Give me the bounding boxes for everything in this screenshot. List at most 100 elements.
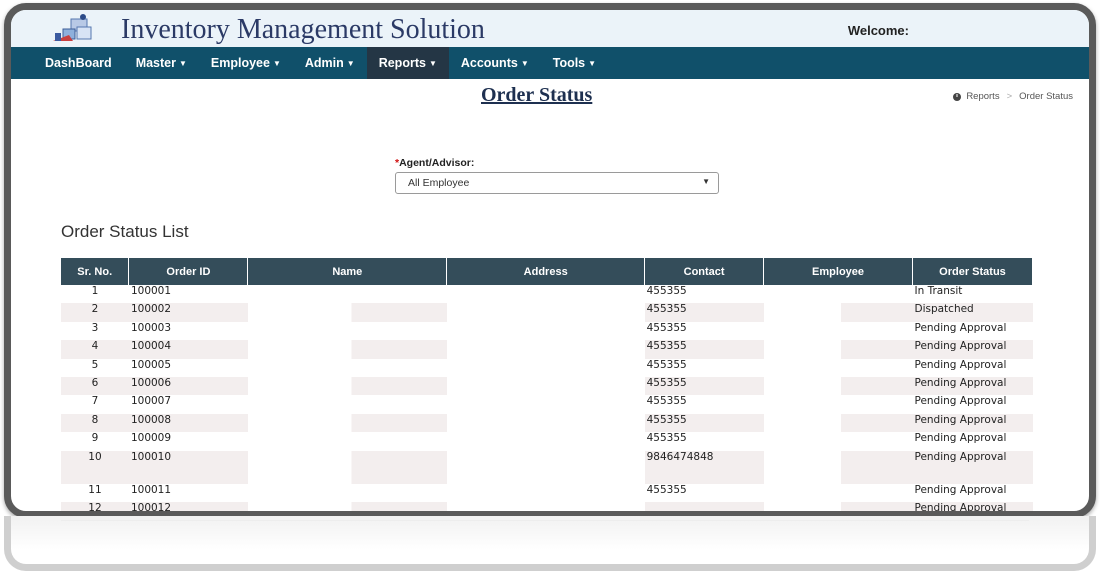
cell-employee <box>763 413 913 433</box>
nav-master[interactable]: Master ▼ <box>124 47 199 79</box>
window-reflection <box>4 516 1096 571</box>
cell-status: Pending Approval <box>912 340 1033 359</box>
cell-address <box>446 483 645 502</box>
cell-address <box>446 413 645 433</box>
cell-address <box>446 432 645 451</box>
nav-tools[interactable]: Tools ▼ <box>541 47 608 79</box>
cell-address <box>446 285 645 304</box>
nav-employee[interactable]: Employee ▼ <box>199 47 293 79</box>
agent-select[interactable]: All Employee ▼ <box>395 172 719 194</box>
cell-order-id: 100009 <box>130 432 172 445</box>
column-header-order-id[interactable]: Order ID <box>128 258 249 285</box>
table-row[interactable]: 11 100011 455355 Pending Approval <box>61 483 1033 502</box>
breadcrumb-separator: > <box>1006 91 1013 102</box>
cell-employee <box>763 376 913 396</box>
welcome-text: Welcome: <box>847 23 909 38</box>
cell-contact: 455355 <box>646 321 687 334</box>
table-row[interactable]: 8 100008 455355 Pending Approval <box>61 413 1033 433</box>
cell-sr: 10 <box>61 450 129 484</box>
column-header-name[interactable]: Name <box>247 258 448 285</box>
cell-address <box>446 395 645 414</box>
cell-status: Dispatched <box>912 303 1033 322</box>
cell-order-id: 100001 <box>130 285 172 297</box>
table-row[interactable]: 4 100004 455355 Pending Approval <box>61 340 1033 359</box>
cell-name <box>248 359 447 377</box>
cell-order-id: 100003 <box>130 321 172 334</box>
caret-down-icon: ▼ <box>428 58 437 68</box>
cell-contact: 455355 <box>644 376 764 396</box>
cell-name <box>247 376 447 396</box>
breadcrumb-reports[interactable]: Reports <box>966 91 999 102</box>
table-row[interactable]: 2 100002 455355 Dispatched <box>61 303 1033 322</box>
cell-status: Pending Approval <box>914 432 1007 445</box>
app-title: Inventory Management Solution <box>121 14 485 45</box>
column-header-address[interactable]: Address <box>446 258 646 285</box>
cell-contact: 455355 <box>646 358 687 371</box>
cell-name <box>247 413 447 433</box>
cell-address <box>446 321 645 341</box>
agent-filter: *Agent/Advisor: All Employee ▼ <box>395 157 725 194</box>
cell-employee <box>764 432 913 450</box>
cell-status: Pending Approval <box>914 395 1007 408</box>
cell-status: Pending Approval <box>914 321 1007 334</box>
cell-order-id: 100011 <box>130 483 172 496</box>
cell-employee <box>764 395 913 413</box>
list-title: Order Status List <box>61 222 189 241</box>
cell-employee <box>764 359 913 377</box>
dashboard-icon <box>953 93 962 101</box>
column-header-status[interactable]: Order Status <box>912 258 1034 285</box>
agent-filter-text: Agent/Advisor: <box>399 157 475 169</box>
table-row[interactable]: 1 100001 455355 In Transit <box>61 285 1033 304</box>
agent-select-value: All Employee <box>408 177 470 189</box>
cell-employee <box>763 340 913 359</box>
cell-employee <box>764 484 913 502</box>
cell-address <box>446 303 645 322</box>
cell-employee <box>763 303 913 322</box>
cell-sr: 4 <box>61 340 129 359</box>
cell-name <box>248 285 447 303</box>
cell-sr: 6 <box>61 376 129 396</box>
column-header-employee[interactable]: Employee <box>763 258 913 285</box>
cell-name <box>248 322 447 340</box>
nav-dashboard[interactable]: DashBoard <box>33 47 124 79</box>
table-row[interactable]: 3 100003 455355 Pending Approval <box>61 321 1033 341</box>
nav-label: Tools <box>552 56 586 70</box>
caret-down-icon: ▼ <box>520 58 529 68</box>
table-row[interactable]: 5 100005 455355 Pending Approval <box>61 358 1033 377</box>
caret-down-icon: ▼ <box>178 58 187 68</box>
cell-contact: 455355 <box>644 340 764 359</box>
cell-contact: 455355 <box>644 303 764 322</box>
cell-contact: 455355 <box>644 413 764 433</box>
table-row[interactable]: 6 100006 455355 Pending Approval <box>61 376 1033 396</box>
cell-name <box>248 484 447 502</box>
cell-status: Pending Approval <box>912 376 1033 396</box>
cell-order-id: 100010 <box>128 450 248 484</box>
table-header-row: Sr. No. Order ID Name Address Contact Em… <box>61 258 1034 285</box>
cell-employee <box>763 450 913 484</box>
main-nav: DashBoard Master ▼ Employee ▼ Admin ▼ Repor… <box>11 47 1089 79</box>
nav-admin[interactable]: Admin ▼ <box>293 47 367 79</box>
cell-employee <box>764 285 913 303</box>
table-row[interactable]: 10 100010 9846474848 Pending Approval <box>61 450 1033 484</box>
table-row[interactable]: 7 100007 455355 Pending Approval <box>61 395 1033 414</box>
nav-accounts[interactable]: Accounts ▼ <box>449 47 541 79</box>
cell-sr: 2 <box>61 303 129 322</box>
chevron-down-icon: ▼ <box>702 177 710 186</box>
nav-label: Accounts <box>460 56 518 70</box>
cell-name <box>247 450 447 484</box>
nav-reports[interactable]: Reports ▼ <box>366 47 449 79</box>
cell-order-id: 100008 <box>128 413 248 433</box>
table-row[interactable]: 9 100009 455355 Pending Approval <box>61 432 1033 451</box>
column-header-sr[interactable]: Sr. No. <box>61 258 130 285</box>
cell-status: Pending Approval <box>914 483 1007 496</box>
column-header-contact[interactable]: Contact <box>644 258 765 285</box>
cell-name <box>248 432 447 450</box>
cell-status: Pending Approval <box>912 413 1033 433</box>
cell-order-id: 100004 <box>128 340 248 359</box>
cell-order-id: 100006 <box>128 376 248 396</box>
order-status-table: Sr. No. Order ID Name Address Contact Em… <box>61 258 1034 511</box>
app-window: Inventory Management Solution Welcome: D… <box>4 3 1096 518</box>
cell-contact: 455355 <box>646 285 687 297</box>
cell-order-id: 100005 <box>130 358 172 371</box>
nav-label: DashBoard <box>45 56 112 70</box>
